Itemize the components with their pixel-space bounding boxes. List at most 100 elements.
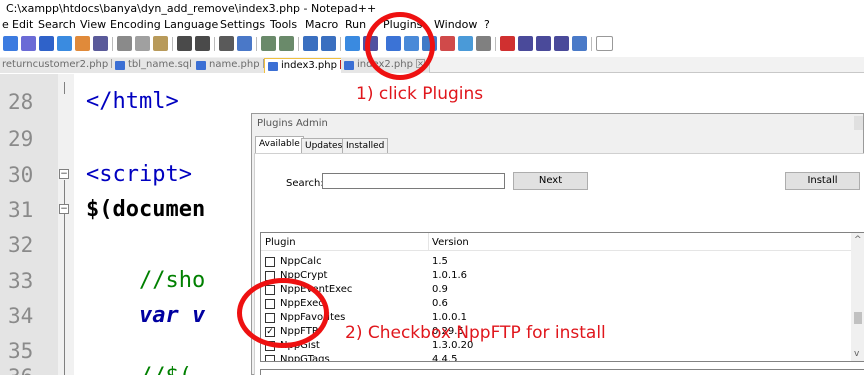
line-number-gutter	[0, 74, 58, 375]
plugin-row-nppcalc[interactable]: NppCalc 1.5	[261, 256, 851, 268]
line-number: 32	[8, 233, 34, 257]
line-number: 29	[8, 127, 34, 151]
fold-collapse-icon[interactable]: −	[59, 204, 69, 214]
spell-check-icon[interactable]	[596, 36, 613, 51]
toolbar-separator	[298, 37, 299, 51]
toolbar-separator	[495, 37, 496, 51]
scroll-down-icon[interactable]: v	[854, 349, 859, 359]
menu-item-view[interactable]: View	[80, 17, 106, 33]
column-separator	[428, 233, 429, 251]
column-header-plugin[interactable]: Plugin	[265, 237, 296, 248]
fold-margin	[58, 74, 74, 375]
undo-icon[interactable]	[177, 36, 192, 51]
plugin-name: NppGTags	[280, 354, 330, 362]
plugin-list-header: Plugin Version	[261, 233, 864, 251]
fold-collapse-icon[interactable]: −	[59, 169, 69, 179]
menu-item-search[interactable]: Search	[38, 17, 76, 33]
plugin-row-nppeventexec[interactable]: NppEventExec 0.9	[261, 284, 851, 296]
tab-updates[interactable]: Updates	[301, 138, 347, 153]
stop-macro-icon[interactable]	[518, 36, 533, 51]
save-icon[interactable]	[39, 36, 54, 51]
tab-label: tbl_name.sql	[128, 59, 192, 70]
tab-label: returncustomer2.php	[2, 59, 109, 70]
redo-icon[interactable]	[195, 36, 210, 51]
menu-item-file-partial[interactable]: e	[2, 17, 9, 33]
plugin-checkbox[interactable]	[265, 257, 275, 267]
vertical-scrollbar[interactable]: ^ v	[851, 233, 864, 361]
file-icon	[268, 62, 278, 71]
line-number: 34	[8, 304, 34, 328]
tab-label: index3.php	[281, 60, 337, 71]
line-number: 30	[8, 163, 34, 187]
install-button[interactable]: Install	[785, 172, 860, 190]
menu-bar: e Edit Search View Encoding Language Set…	[0, 17, 864, 33]
dialog-close-icon[interactable]	[854, 116, 863, 130]
menu-item-encoding[interactable]: Encoding	[110, 17, 161, 33]
plugin-description-box	[260, 369, 864, 375]
column-header-version[interactable]: Version	[432, 237, 469, 248]
play-macro-icon[interactable]	[536, 36, 551, 51]
paste-icon[interactable]	[153, 36, 168, 51]
print-icon[interactable]	[93, 36, 108, 51]
toolbar-separator	[340, 37, 341, 51]
line-number: 31	[8, 198, 34, 222]
code-line: //$(	[86, 364, 192, 375]
sync-horizontal-icon[interactable]	[321, 36, 336, 51]
menu-item-help[interactable]: ?	[484, 17, 490, 33]
plugin-row-nppcrypt[interactable]: NppCrypt 1.0.1.6	[261, 270, 851, 282]
find-icon[interactable]	[219, 36, 234, 51]
line-number: 28	[8, 90, 34, 114]
tab-label: name.php	[209, 59, 260, 70]
tab-available[interactable]: Available	[255, 136, 304, 154]
new-file-icon[interactable]	[3, 36, 18, 51]
plugin-name: NppCalc	[280, 256, 322, 267]
plugin-checkbox[interactable]	[265, 355, 275, 361]
menu-item-settings[interactable]: Settings	[220, 17, 265, 33]
save-macro-icon[interactable]	[572, 36, 587, 51]
plugin-version: 1.0.1.6	[432, 270, 467, 281]
tab-returncustomer2[interactable]: returncustomer2.php×	[0, 58, 126, 73]
sync-vertical-icon[interactable]	[303, 36, 318, 51]
menu-item-tools[interactable]: Tools	[270, 17, 297, 33]
menu-item-run[interactable]: Run	[345, 17, 366, 33]
highlight-circle-nppftp	[237, 278, 329, 348]
toolbar-separator	[172, 37, 173, 51]
search-input[interactable]	[322, 173, 505, 189]
code-line: var v	[86, 303, 206, 328]
save-all-icon[interactable]	[57, 36, 72, 51]
annotation-step2: 2) Checkbox NppFTP for install	[345, 323, 606, 343]
folder-workspace-icon[interactable]	[458, 36, 473, 51]
copy-icon[interactable]	[135, 36, 150, 51]
zoom-out-icon[interactable]	[279, 36, 294, 51]
highlight-circle-plugins	[365, 12, 435, 80]
scroll-up-icon[interactable]: ^	[854, 235, 862, 245]
code-line: </html>	[86, 89, 179, 114]
menu-item-language[interactable]: Language	[164, 17, 218, 33]
menu-item-window[interactable]: Window	[434, 17, 477, 33]
close-icon[interactable]	[75, 36, 90, 51]
plugin-row-nppexec[interactable]: NppExec 0.6	[261, 298, 851, 310]
monitoring-icon[interactable]	[476, 36, 491, 51]
plugin-row-nppgtags[interactable]: NppGTags 4.4.5	[261, 354, 851, 362]
window-title: C:\xampp\htdocs\banya\dyn_add_remove\ind…	[0, 0, 864, 17]
file-icon	[344, 61, 354, 70]
menu-item-edit[interactable]: Edit	[12, 17, 33, 33]
scroll-thumb[interactable]	[854, 312, 862, 324]
record-macro-icon[interactable]	[500, 36, 515, 51]
open-file-icon[interactable]	[21, 36, 36, 51]
plugin-version: 4.4.5	[432, 354, 458, 362]
menu-item-macro[interactable]: Macro	[305, 17, 338, 33]
toolbar-separator	[256, 37, 257, 51]
next-button[interactable]: Next	[513, 172, 588, 190]
toolbar-separator	[214, 37, 215, 51]
dialog-title: Plugins Admin	[257, 118, 328, 129]
replace-icon[interactable]	[237, 36, 252, 51]
line-number: 35	[8, 339, 34, 363]
cut-icon[interactable]	[117, 36, 132, 51]
line-number: 36	[8, 364, 33, 375]
function-list-icon[interactable]	[440, 36, 455, 51]
word-wrap-icon[interactable]	[345, 36, 360, 51]
tab-installed[interactable]: Installed	[342, 138, 389, 153]
run-macro-multiple-icon[interactable]	[554, 36, 569, 51]
zoom-in-icon[interactable]	[261, 36, 276, 51]
